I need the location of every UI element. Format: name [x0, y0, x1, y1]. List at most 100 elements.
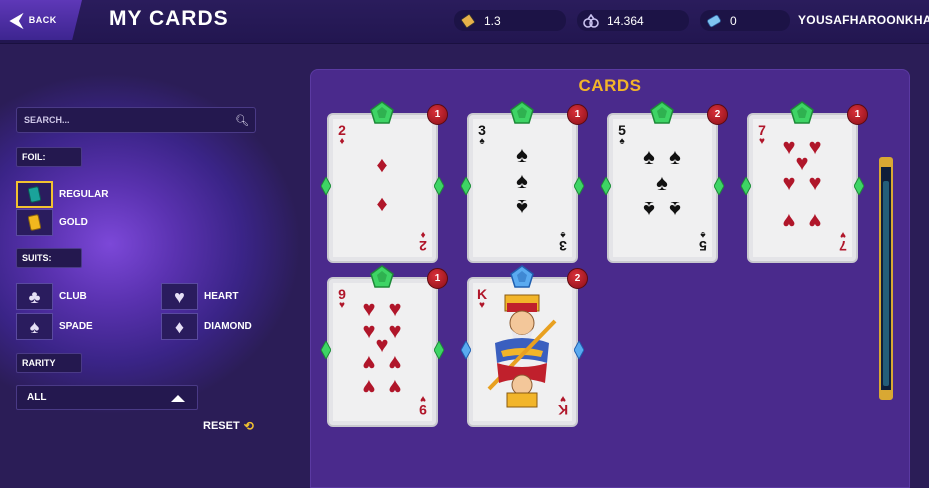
side-gem-icon — [574, 177, 584, 195]
card-3[interactable]: 3 ♠ 3 ♠ ♠ ♠ ♠ 1 — [461, 101, 588, 263]
club-label: CLUB — [59, 291, 87, 302]
card-pip: ♥ — [362, 296, 376, 321]
side-gem-icon — [321, 341, 331, 359]
scroll-cap-bottom — [881, 390, 891, 398]
card-index-bottom: 9 ♥ — [416, 393, 430, 418]
search-input[interactable] — [24, 115, 224, 125]
page-title: MY CARDS — [109, 7, 229, 30]
reset-button[interactable]: RESET ⟲ — [203, 419, 254, 433]
card-9[interactable]: 9 ♥ 9 ♥ ♥ ♥ ♥ ♥ ♥ ♥ ♥ ♥ ♥ 1 — [321, 265, 448, 427]
card-pip: ♠ — [516, 195, 528, 220]
foil-option-gold[interactable]: GOLD — [16, 209, 88, 236]
card-pip: ♦ — [376, 152, 388, 177]
suit-option-diamond[interactable]: ♦ DIAMOND — [161, 313, 252, 340]
foil-gold-checkbox[interactable] — [16, 209, 53, 236]
card-pip: ♥ — [362, 375, 376, 400]
side-gem-icon — [434, 177, 444, 195]
card-pip: ♥ — [362, 351, 376, 376]
card-index-suit: ♠ — [479, 136, 485, 147]
side-gem-icon — [854, 177, 864, 195]
card-index-top: 2 ♦ — [335, 123, 349, 147]
caret-up-icon — [171, 395, 185, 402]
card-index-suit: ♦ — [339, 136, 345, 147]
card-index-bottom: 7 ♥ — [836, 229, 850, 254]
search-icon[interactable]: 🔍︎ — [235, 114, 249, 127]
diamond-label: DIAMOND — [204, 321, 252, 332]
card-pip: ♥ — [782, 134, 796, 159]
club-checkbox[interactable]: ♣ — [16, 283, 53, 310]
card-rank: 5 — [699, 238, 707, 254]
rarity-gem-icon — [650, 101, 674, 124]
card-pip: ♥ — [375, 332, 389, 357]
card-pip: ♠ — [656, 170, 668, 195]
card-pip: ♥ — [362, 318, 376, 343]
suits-label: SUITS: — [16, 248, 82, 268]
rarity-dropdown[interactable]: ALL — [16, 385, 198, 410]
spade-checkbox[interactable]: ♠ — [16, 313, 53, 340]
reset-icon: ⟲ — [243, 419, 254, 433]
card-pip: ♥ — [782, 209, 796, 234]
diamond-checkbox[interactable]: ♦ — [161, 313, 198, 340]
card-5[interactable]: 5 ♠ 5 ♠ ♠ ♠ ♠ ♠ ♠ 2 — [601, 101, 728, 263]
card-K[interactable]: K ♥ K ♥ 2 — [461, 265, 588, 427]
search-bar[interactable]: 🔍︎ — [16, 107, 256, 133]
stat-gem-tickets-value: 0 — [730, 13, 737, 28]
card-index-suit: ♠ — [619, 136, 625, 147]
card-index-top: 3 ♠ — [475, 123, 489, 147]
side-gem-icon — [574, 341, 584, 359]
back-arrow-icon: ⮜ — [10, 9, 23, 30]
card-pip: ♥ — [808, 170, 822, 195]
suit-option-heart[interactable]: ♥ HEART — [161, 283, 238, 310]
stat-currency-value: 14.364 — [607, 13, 644, 28]
card-pip: ♠ — [643, 197, 655, 222]
side-gem-icon — [714, 177, 724, 195]
side-gem-icon — [601, 177, 611, 195]
card-rank: 3 — [559, 238, 567, 254]
card-index-bottom: 3 ♠ — [556, 229, 570, 254]
card-index-top: 9 ♥ — [335, 287, 349, 311]
back-label: BACK — [28, 15, 57, 25]
foil-option-regular[interactable]: REGULAR — [16, 181, 108, 208]
scroll-thumb[interactable] — [883, 181, 889, 386]
back-button[interactable]: ⮜ BACK — [0, 0, 82, 40]
top-bar: ⮜ BACK MY CARDS 1.3 14.364 0 YOUSAFHAROO… — [0, 0, 929, 44]
side-gem-icon — [741, 177, 751, 195]
side-gem-icon — [461, 341, 471, 359]
reset-label: RESET — [203, 420, 240, 432]
rarity-gem-icon — [790, 101, 814, 124]
foil-regular-checkbox[interactable] — [16, 181, 53, 208]
suit-option-spade[interactable]: ♠ SPADE — [16, 313, 93, 340]
card-7[interactable]: 7 ♥ 7 ♥ ♥ ♥ ♥ ♥ ♥ ♥ ♥ 1 — [741, 101, 868, 263]
heart-checkbox[interactable]: ♥ — [161, 283, 198, 310]
rarity-label: RARITY — [16, 353, 82, 373]
panel-title: CARDS — [578, 76, 642, 95]
card-count-badge: 2 — [567, 268, 588, 289]
card-pip: ♠ — [669, 144, 681, 169]
club-icon: ♣ — [28, 286, 41, 307]
card-count-badge: 1 — [427, 104, 448, 125]
card-pip: ♥ — [782, 170, 796, 195]
stat-currency: 14.364 — [577, 10, 689, 31]
cards-scrollbar[interactable] — [879, 157, 893, 400]
card-index-bottom: 5 ♠ — [696, 229, 710, 254]
suit-option-club[interactable]: ♣ CLUB — [16, 283, 87, 310]
card-pip: ♥ — [388, 318, 402, 343]
card-pip: ♥ — [388, 375, 402, 400]
card-rank: 9 — [419, 402, 427, 418]
rarity-gem-icon — [510, 265, 534, 288]
card-pip: ♥ — [388, 351, 402, 376]
stat-gem-tickets: 0 — [700, 10, 790, 31]
rarity-gem-icon — [370, 265, 394, 288]
stat-tickets-value: 1.3 — [484, 13, 501, 28]
card-pip: ♠ — [643, 144, 655, 169]
regular-card-icon — [27, 186, 42, 203]
username: YOUSAFHAROONKHAN — [798, 13, 929, 27]
card-index-suit: ♥ — [759, 136, 765, 147]
card-index-suit: ♥ — [339, 300, 345, 311]
side-gem-icon — [321, 177, 331, 195]
stat-tickets: 1.3 — [454, 10, 566, 31]
card-rank: 7 — [839, 238, 847, 254]
card-2[interactable]: 2 ♦ 2 ♦ ♦ ♦ 1 — [321, 101, 448, 263]
card-count-badge: 1 — [427, 268, 448, 289]
foil-regular-label: REGULAR — [59, 189, 109, 200]
